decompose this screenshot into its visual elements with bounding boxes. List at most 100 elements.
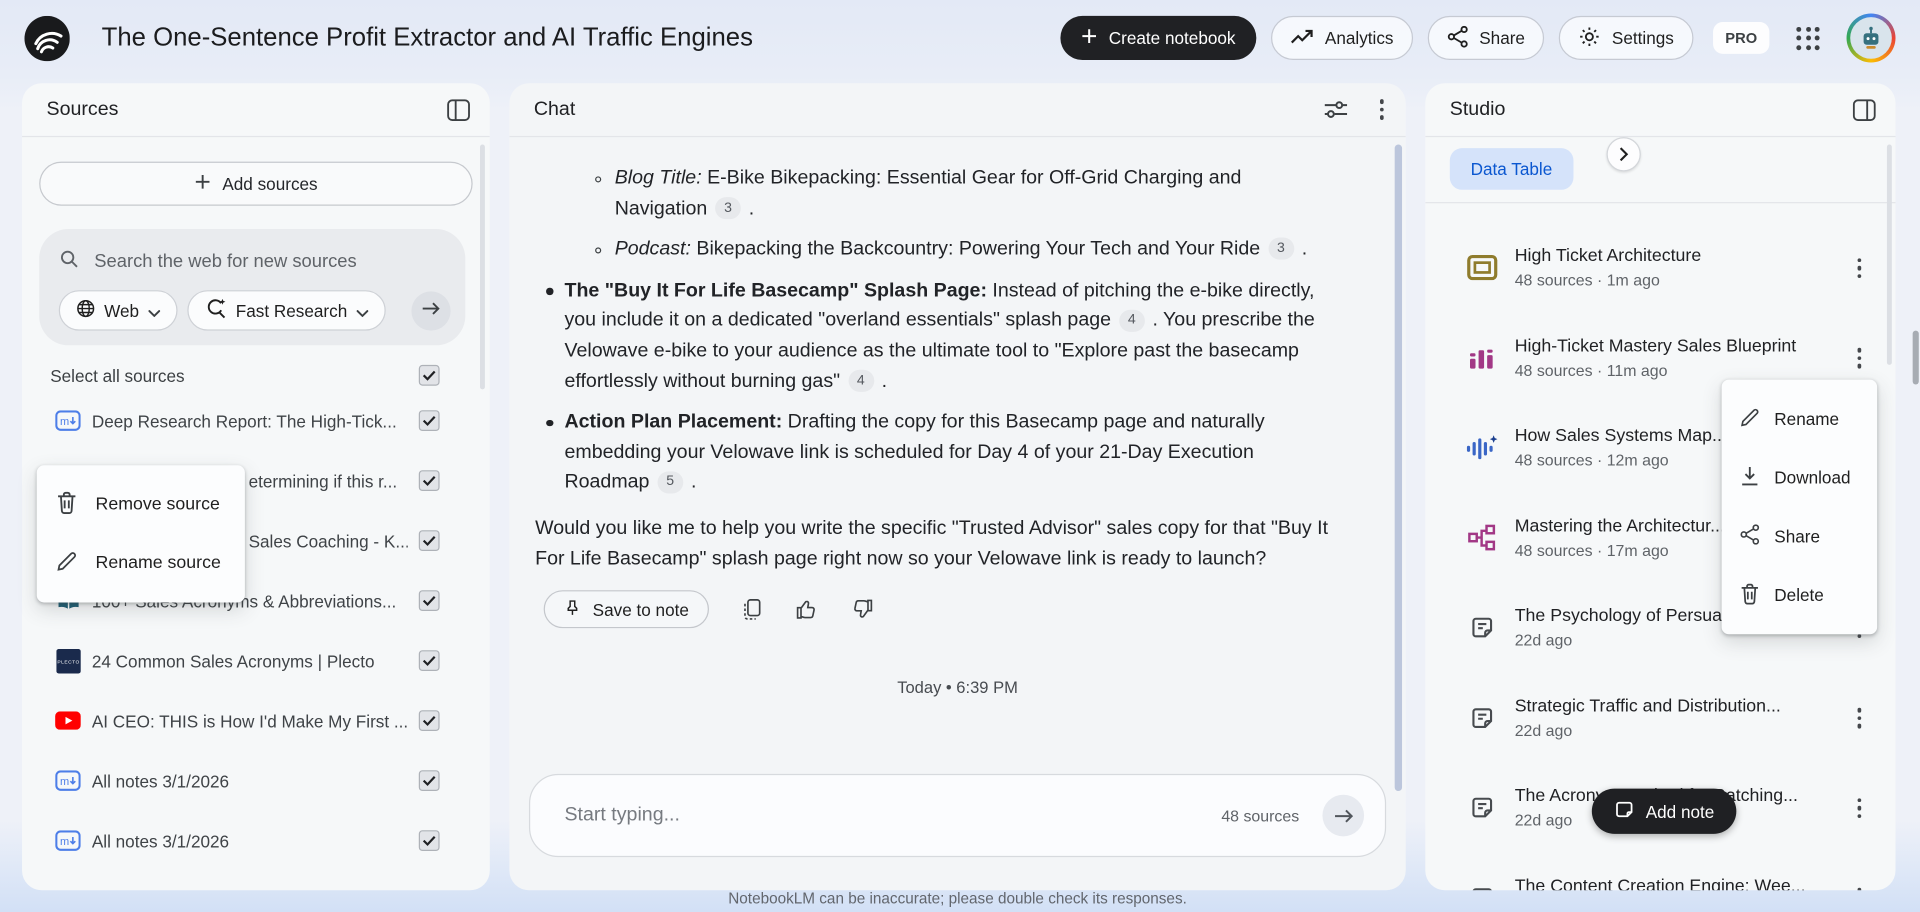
globe-icon bbox=[76, 299, 96, 322]
share-menu-item[interactable]: Share bbox=[1722, 507, 1878, 566]
chat-header: Chat bbox=[509, 83, 1406, 138]
pencil-icon bbox=[1740, 407, 1760, 430]
share-icon bbox=[1447, 25, 1468, 51]
delete-menu-item[interactable]: Delete bbox=[1722, 566, 1878, 625]
chat-input[interactable]: Start typing... bbox=[564, 804, 1221, 826]
item-more-menu-icon[interactable] bbox=[1854, 705, 1863, 730]
item-more-menu-icon[interactable] bbox=[1854, 795, 1863, 820]
research-mode-dropdown[interactable]: Fast Research bbox=[186, 290, 386, 331]
chat-message-block: Action Plan Placement: Drafting the copy… bbox=[535, 408, 1330, 498]
item-more-menu-icon[interactable] bbox=[1854, 255, 1863, 280]
source-row[interactable]: m All notes 3/1/2026 bbox=[22, 811, 490, 871]
studio-item[interactable]: Strategic Traffic and Distribution... 22d… bbox=[1425, 673, 1895, 763]
data-table-icon bbox=[1466, 255, 1498, 281]
rename-source-menu-item[interactable]: Rename source bbox=[37, 534, 245, 593]
message-text: . bbox=[743, 197, 755, 219]
message-text: Action Plan Placement: bbox=[564, 411, 783, 433]
notebooklm-logo-icon[interactable] bbox=[24, 15, 70, 61]
expand-panel-icon[interactable] bbox=[1852, 98, 1876, 121]
note-doc-icon bbox=[1466, 884, 1498, 891]
gear-icon bbox=[1579, 25, 1601, 51]
plus-icon bbox=[194, 174, 210, 194]
window-scrollbar[interactable] bbox=[1912, 330, 1919, 385]
add-sources-button[interactable]: Add sources bbox=[39, 161, 473, 206]
data-table-chip[interactable]: Data Table bbox=[1449, 148, 1574, 190]
studio-item[interactable]: High Ticket Architecture 48 sources · 1m … bbox=[1425, 223, 1895, 313]
source-row[interactable]: m All notes 3/1/2026 bbox=[22, 751, 490, 811]
chat-scrollbar[interactable] bbox=[1394, 144, 1403, 792]
note-doc-icon bbox=[1466, 794, 1498, 822]
source-context-menu: Remove source Rename source bbox=[36, 465, 245, 603]
notebook-title[interactable]: The One-Sentence Profit Extractor and AI… bbox=[102, 23, 753, 52]
trash-icon bbox=[1740, 582, 1760, 608]
source-checkbox[interactable] bbox=[418, 710, 440, 732]
web-search-card: Search the web for new sources Web Fast … bbox=[39, 228, 466, 346]
thumbs-up-icon[interactable] bbox=[794, 598, 817, 621]
source-row[interactable]: m Deep Research Report: The High-Tick... bbox=[22, 391, 490, 451]
studio-item[interactable]: The Content Creation Engine: Wee...22d a… bbox=[1425, 853, 1895, 891]
plus-icon bbox=[1082, 28, 1098, 48]
remove-source-menu-item[interactable]: Remove source bbox=[37, 475, 245, 534]
save-to-note-button[interactable]: Save to note bbox=[543, 590, 709, 629]
citation-chip[interactable]: 4 bbox=[1118, 309, 1145, 332]
chat-panel-title: Chat bbox=[533, 98, 576, 120]
select-all-checkbox[interactable] bbox=[418, 364, 440, 386]
message-text: Blog Title: bbox=[614, 167, 702, 189]
settings-button[interactable]: Settings bbox=[1559, 15, 1694, 61]
sources-scrollbar[interactable] bbox=[480, 144, 485, 390]
citation-chip[interactable]: 3 bbox=[715, 197, 741, 220]
notebooklm-app: The One-Sentence Profit Extractor and AI… bbox=[0, 0, 1920, 912]
add-note-button[interactable]: Add note bbox=[1591, 788, 1737, 834]
web-filter-dropdown[interactable]: Web bbox=[58, 290, 177, 331]
collapse-panel-icon[interactable] bbox=[447, 98, 470, 121]
chat-panel: Chat Blog Title: E-Bike Bikepacking: Ess… bbox=[509, 83, 1406, 891]
search-input[interactable]: Search the web for new sources bbox=[59, 245, 451, 277]
share-button[interactable]: Share bbox=[1427, 15, 1545, 61]
send-button[interactable] bbox=[1322, 794, 1365, 837]
chat-settings-icon[interactable] bbox=[1323, 99, 1347, 120]
chat-messages: Blog Title: E-Bike Bikepacking: Essentia… bbox=[509, 137, 1405, 574]
studio-panel-title: Studio bbox=[1449, 98, 1506, 120]
note-icon: m bbox=[55, 830, 81, 851]
thumbs-down-icon[interactable] bbox=[851, 598, 874, 621]
item-more-menu-icon[interactable] bbox=[1854, 345, 1863, 370]
message-actions: Save to note bbox=[543, 590, 1406, 629]
sources-header: Sources bbox=[22, 83, 490, 138]
note-icon bbox=[1614, 799, 1635, 823]
item-more-menu-icon[interactable] bbox=[1854, 885, 1863, 891]
trash-icon bbox=[56, 490, 77, 518]
chevron-down-icon bbox=[356, 301, 368, 321]
copy-icon[interactable] bbox=[742, 598, 762, 621]
google-apps-grid-icon[interactable] bbox=[1796, 26, 1820, 50]
chat-more-menu-icon[interactable] bbox=[1377, 97, 1386, 122]
source-checkbox[interactable] bbox=[418, 410, 440, 432]
download-menu-item[interactable]: Download bbox=[1722, 448, 1878, 507]
rename-menu-item[interactable]: Rename bbox=[1722, 389, 1878, 448]
source-checkbox[interactable] bbox=[418, 650, 440, 672]
source-checkbox[interactable] bbox=[418, 530, 440, 552]
source-checkbox[interactable] bbox=[418, 590, 440, 612]
search-submit-button[interactable] bbox=[411, 290, 451, 331]
source-row[interactable]: AI CEO: THIS is How I'd Make My First ..… bbox=[22, 691, 490, 751]
studio-scrollbar[interactable] bbox=[1886, 144, 1892, 365]
message-text: . bbox=[876, 370, 888, 392]
source-checkbox[interactable] bbox=[418, 770, 440, 792]
chat-message-block: Podcast: Bikepacking the Backcountry: Po… bbox=[535, 235, 1330, 265]
source-checkbox[interactable] bbox=[418, 830, 440, 852]
source-row[interactable]: PLECTO 24 Common Sales Acronyms | Plecto bbox=[22, 631, 490, 691]
create-notebook-button[interactable]: Create notebook bbox=[1060, 15, 1257, 61]
fast-research-icon bbox=[204, 297, 227, 324]
note-icon: m bbox=[55, 410, 81, 431]
chip-scroll-button[interactable] bbox=[1606, 137, 1641, 172]
analytics-button[interactable]: Analytics bbox=[1271, 15, 1414, 61]
source-checkbox[interactable] bbox=[418, 470, 440, 492]
message-text: . bbox=[1296, 239, 1308, 260]
bullet-icon bbox=[595, 246, 602, 254]
message-text: E-Bike Bikepacking: Essential Gear for O… bbox=[614, 167, 1242, 219]
chat-composer[interactable]: Start typing... 48 sources bbox=[528, 773, 1387, 858]
citation-chip[interactable]: 4 bbox=[847, 369, 874, 392]
citation-chip[interactable]: 3 bbox=[1268, 238, 1294, 261]
citation-chip[interactable]: 5 bbox=[657, 470, 684, 494]
search-filter-row: Web Fast Research bbox=[58, 290, 451, 331]
user-avatar[interactable] bbox=[1846, 13, 1896, 63]
